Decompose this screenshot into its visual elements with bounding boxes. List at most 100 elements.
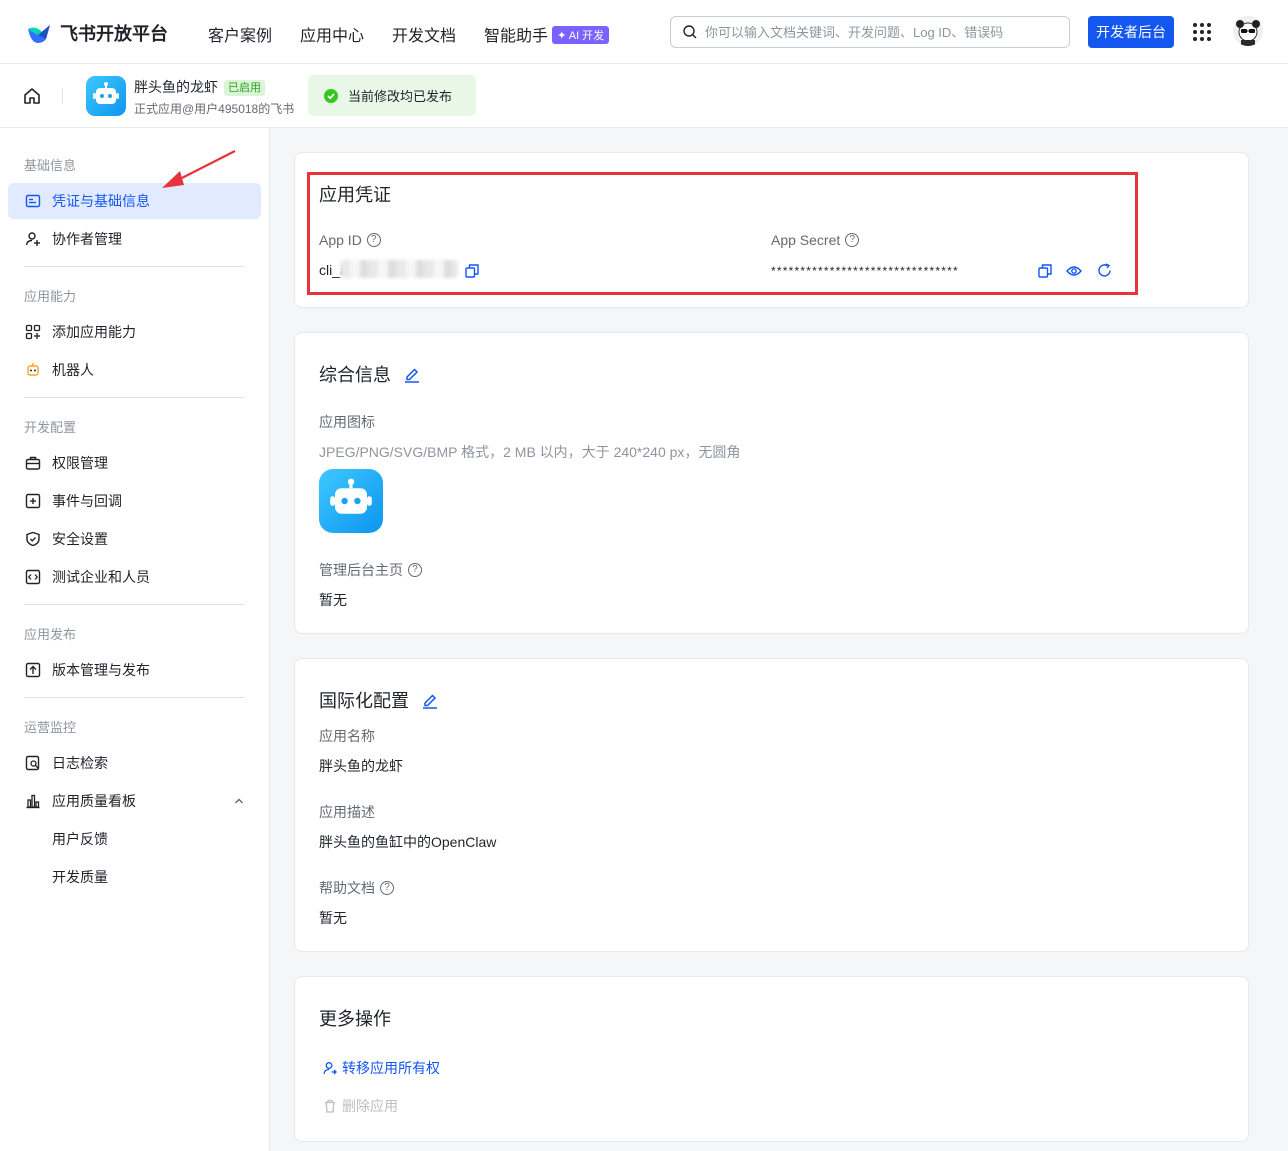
sidebar-item-label: 应用质量看板	[52, 793, 136, 809]
app-icon-preview[interactable]	[319, 469, 383, 533]
help-icon[interactable]: ?	[408, 563, 422, 577]
transfer-ownership-button[interactable]: 转移应用所有权	[323, 1058, 440, 1078]
sidebar-item-bot[interactable]: 机器人	[8, 352, 261, 388]
app-id-label-text: App ID	[319, 232, 362, 248]
sidebar-item-label: 凭证与基础信息	[52, 193, 150, 209]
edit-icon[interactable]	[421, 691, 439, 709]
developer-console-button[interactable]: 开发者后台	[1088, 16, 1174, 48]
nav-smart-assistant-label: 智能助手	[484, 28, 549, 45]
sidebar-item-events[interactable]: 事件与回调	[8, 483, 261, 519]
help-icon[interactable]: ?	[845, 233, 860, 247]
app-desc-label: 应用描述	[319, 804, 375, 820]
sidebar-item-permissions[interactable]: 权限管理	[8, 445, 261, 481]
robot-icon	[24, 361, 42, 379]
sidebar-item-label: 开发质量	[52, 869, 108, 885]
app-secret-label: App Secret?	[771, 232, 860, 248]
more-actions-title: 更多操作	[319, 1009, 391, 1029]
robot-icon	[93, 82, 119, 104]
sidebar-item-label: 安全设置	[52, 531, 108, 547]
log-search-icon	[24, 754, 42, 772]
app-name-label: 应用名称	[319, 728, 375, 744]
app-name-value: 胖头鱼的龙虾	[319, 758, 403, 774]
header-divider	[62, 88, 63, 104]
app-subtitle: 正式应用@用户495018的飞书	[134, 102, 295, 116]
publish-status-banner: 当前修改均已发布	[308, 75, 476, 116]
copy-icon[interactable]	[465, 264, 479, 278]
bar-chart-icon	[24, 792, 42, 810]
sidebar-item-collaborators[interactable]: 协作者管理	[8, 221, 261, 257]
top-nav: 飞书开放平台 客户案例 应用中心 开发文档 智能助手✦ AI 开发 开发者后台	[0, 0, 1288, 64]
search-box[interactable]	[670, 16, 1070, 48]
i18n-title-text: 国际化配置	[319, 691, 409, 711]
help-icon[interactable]: ?	[366, 233, 381, 247]
brand-name: 飞书开放平台	[60, 24, 168, 44]
sidebar-item-dev-quality[interactable]: 开发质量	[8, 859, 261, 895]
redacted-app-id	[340, 260, 458, 278]
annotation-arrow	[162, 150, 236, 188]
sidebar-divider	[24, 266, 245, 267]
sidebar-item-versions[interactable]: 版本管理与发布	[8, 652, 261, 688]
code-box-icon	[24, 568, 42, 586]
home-icon[interactable]	[22, 86, 42, 106]
sidebar-item-label: 添加应用能力	[52, 324, 136, 340]
nav-smart-assistant[interactable]: 智能助手 ✦ AI 开发	[484, 22, 610, 46]
sidebar-item-add-capability[interactable]: 添加应用能力	[8, 314, 261, 350]
panda-avatar-icon	[1233, 16, 1263, 46]
sidebar-group-basic: 基础信息	[24, 158, 77, 173]
admin-home-value: 暂无	[319, 592, 347, 608]
delete-app-button[interactable]: 删除应用	[323, 1096, 398, 1116]
general-info-title: 综合信息	[319, 361, 421, 387]
edit-icon[interactable]	[403, 365, 421, 383]
credentials-title: 应用凭证	[319, 185, 391, 205]
sidebar-item-label: 测试企业和人员	[52, 569, 150, 585]
add-user-icon	[24, 230, 42, 248]
general-info-title-text: 综合信息	[319, 365, 391, 385]
sidebar-item-security[interactable]: 安全设置	[8, 521, 261, 557]
copy-icon[interactable]	[1038, 264, 1052, 278]
brand-logo[interactable]: 飞书开放平台	[26, 20, 168, 46]
sidebar-item-quality-dashboard[interactable]: 应用质量看板	[8, 783, 261, 819]
trash-icon	[325, 1099, 335, 1113]
app-name-text: 胖头鱼的龙虾	[134, 79, 218, 95]
add-capability-icon	[24, 323, 42, 341]
credential-card-icon	[24, 192, 42, 210]
transfer-user-icon	[323, 1062, 337, 1075]
search-input[interactable]	[705, 24, 1045, 40]
check-circle-icon	[324, 88, 338, 103]
sidebar-group-capabilities: 应用能力	[24, 289, 77, 304]
publish-status-text: 当前修改均已发布	[348, 89, 453, 104]
general-info-card: 综合信息 应用图标 JPEG/PNG/SVG/BMP 格式，2 MB 以内，大于…	[294, 332, 1249, 634]
sidebar-item-test-tenants[interactable]: 测试企业和人员	[8, 559, 261, 595]
sidebar-item-user-feedback[interactable]: 用户反馈	[8, 821, 261, 857]
search-icon	[683, 25, 697, 39]
app-header: 胖头鱼的龙虾 已启用 正式应用@用户495018的飞书 当前修改均已发布	[0, 64, 1288, 128]
help-doc-label-text: 帮助文档	[319, 880, 375, 896]
app-icon-hint: JPEG/PNG/SVG/BMP 格式，2 MB 以内，大于 240*240 p…	[319, 444, 741, 460]
eye-icon[interactable]	[1066, 264, 1082, 278]
app-desc-value: 胖头鱼的鱼缸中的OpenClaw	[319, 834, 497, 850]
sidebar-item-log-search[interactable]: 日志检索	[8, 745, 261, 781]
delete-app-label: 删除应用	[342, 1098, 398, 1114]
user-avatar[interactable]	[1233, 16, 1263, 46]
event-plus-icon	[24, 492, 42, 510]
nav-app-center[interactable]: 应用中心	[300, 22, 364, 46]
admin-home-label: 管理后台主页?	[319, 560, 422, 580]
sidebar-item-label: 机器人	[52, 362, 94, 378]
chevron-up-icon[interactable]	[233, 795, 245, 807]
app-name: 胖头鱼的龙虾 已启用	[134, 77, 265, 97]
i18n-title: 国际化配置	[319, 687, 439, 713]
admin-home-label-text: 管理后台主页	[319, 562, 403, 578]
nav-dev-docs[interactable]: 开发文档	[392, 22, 456, 46]
feishu-logo-icon	[28, 25, 50, 43]
apps-grid-icon[interactable]	[1193, 23, 1211, 41]
sidebar-item-label: 事件与回调	[52, 493, 122, 509]
nav-customer-cases[interactable]: 客户案例	[208, 22, 272, 46]
refresh-icon[interactable]	[1097, 263, 1112, 278]
shield-icon	[24, 530, 42, 548]
sidebar-divider	[24, 604, 245, 605]
help-icon[interactable]: ?	[380, 881, 394, 895]
sidebar-group-release: 应用发布	[24, 627, 77, 642]
sidebar-divider	[24, 397, 245, 398]
i18n-card: 国际化配置 应用名称 胖头鱼的龙虾 应用描述 胖头鱼的鱼缸中的OpenClaw …	[294, 658, 1249, 952]
app-secret-label-text: App Secret	[771, 232, 841, 248]
